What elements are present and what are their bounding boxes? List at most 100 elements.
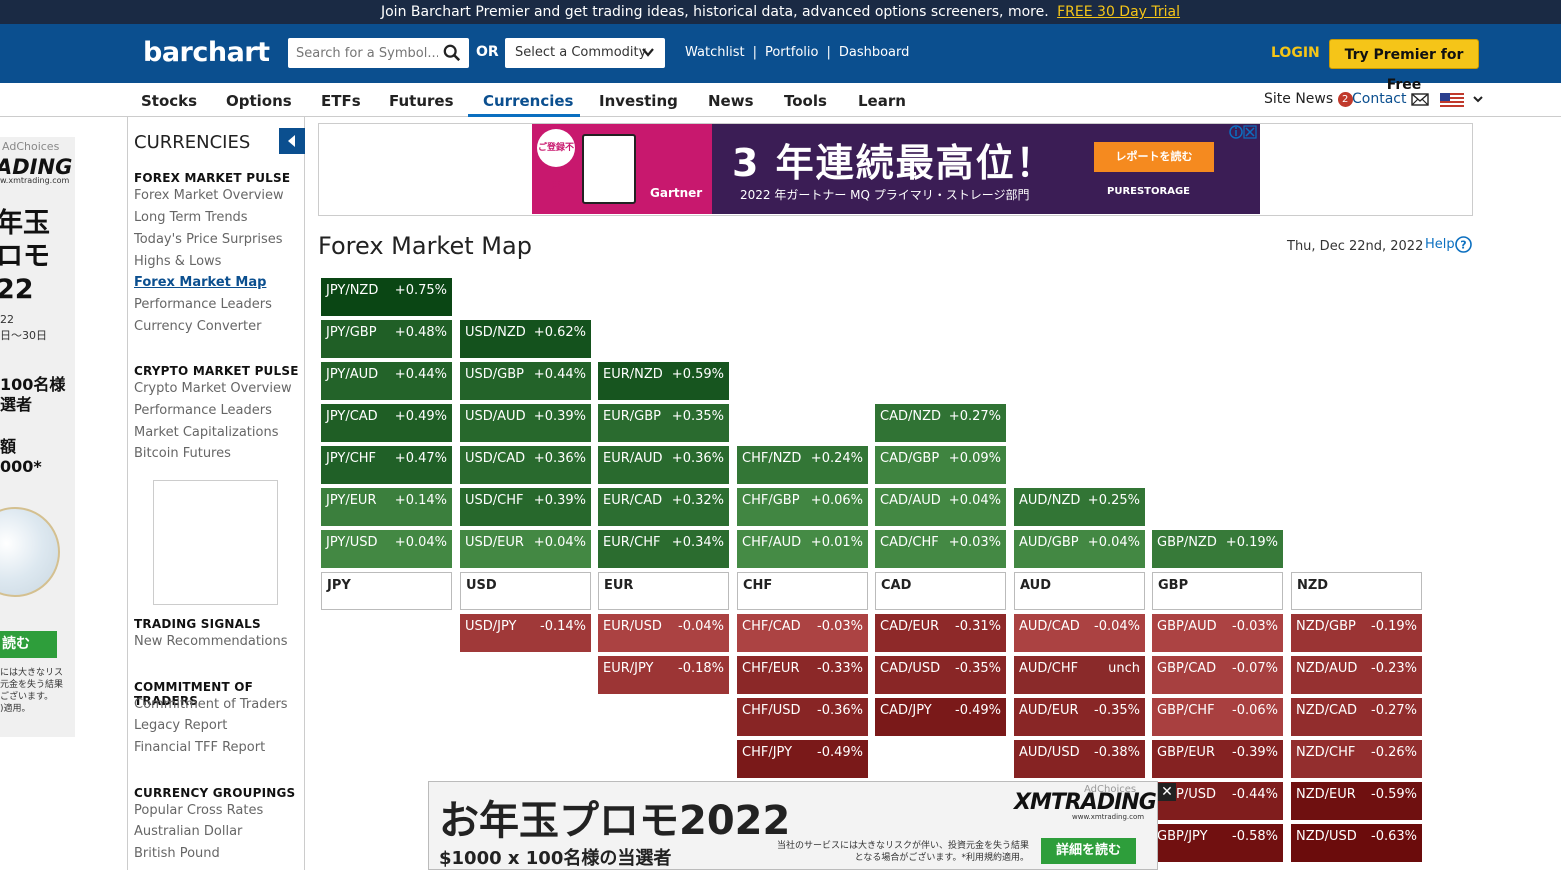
commodity-select[interactable]: Select a Commodity — [505, 38, 665, 68]
currency-pair-cell[interactable]: CHF/USD -0.36% — [737, 698, 868, 736]
bottom-sticky-ad[interactable]: お年玉プロモ2022 $1000 x 100名様の当選者 AdChoices X… — [428, 781, 1158, 870]
currency-pair-cell[interactable]: NZD/CHF -0.26% — [1291, 740, 1422, 778]
currency-pair-cell[interactable]: NZD/AUD -0.23% — [1291, 656, 1422, 694]
sidebar-link-crypto-overview[interactable]: Crypto Market Overview — [134, 381, 292, 396]
currency-pair-cell[interactable]: CAD/GBP +0.09% — [875, 446, 1006, 484]
sidebar-link-australian-dollar[interactable]: Australian Dollar — [134, 824, 242, 839]
currency-pair-cell[interactable]: USD/CAD +0.36% — [460, 446, 591, 484]
base-currency-cell[interactable]: AUD — [1014, 572, 1145, 610]
adchoices-icon[interactable] — [1229, 125, 1257, 139]
nav-etfs[interactable]: ETFs — [321, 92, 361, 110]
sidebar-link-financial-tff-report[interactable]: Financial TFF Report — [134, 740, 265, 755]
currency-pair-cell[interactable]: CHF/CAD -0.03% — [737, 614, 868, 652]
currency-pair-cell[interactable]: GBP/AUD -0.03% — [1152, 614, 1283, 652]
currency-pair-cell[interactable]: AUD/CHF unch — [1014, 656, 1145, 694]
left-advertisement[interactable]: AdChoices ADING w.xmtrading.com 年玉 ロモ 22… — [0, 137, 75, 737]
sidebar-link-crypto-performance-leaders[interactable]: Performance Leaders — [134, 403, 272, 418]
currency-pair-cell[interactable]: AUD/USD -0.38% — [1014, 740, 1145, 778]
base-currency-cell[interactable]: CAD — [875, 572, 1006, 610]
currency-pair-cell[interactable]: JPY/USD +0.04% — [321, 530, 452, 568]
currency-pair-cell[interactable]: AUD/EUR -0.35% — [1014, 698, 1145, 736]
sidebar-link-legacy-report[interactable]: Legacy Report — [134, 718, 227, 733]
currency-pair-cell[interactable]: CAD/JPY -0.49% — [875, 698, 1006, 736]
base-currency-cell[interactable]: EUR — [598, 572, 729, 610]
sidebar-link-currency-converter[interactable]: Currency Converter — [134, 319, 261, 334]
chevron-down-icon[interactable] — [1472, 93, 1484, 105]
nav-investing[interactable]: Investing — [599, 92, 678, 110]
currency-pair-cell[interactable]: CHF/AUD +0.01% — [737, 530, 868, 568]
currency-pair-cell[interactable]: JPY/CHF +0.47% — [321, 446, 452, 484]
currency-pair-cell[interactable]: JPY/AUD +0.44% — [321, 362, 452, 400]
sidebar-link-forex-market-map[interactable]: Forex Market Map — [134, 275, 266, 290]
currency-pair-cell[interactable]: JPY/EUR +0.14% — [321, 488, 452, 526]
currency-pair-cell[interactable]: NZD/USD -0.63% — [1291, 824, 1422, 862]
sidebar-link-commitment-of-traders[interactable]: Commitment of Traders — [134, 697, 288, 712]
free-trial-link[interactable]: FREE 30 Day Trial — [1057, 4, 1180, 20]
search-input[interactable] — [288, 38, 438, 68]
nav-futures[interactable]: Futures — [389, 92, 454, 110]
sidebar-link-performance-leaders[interactable]: Performance Leaders — [134, 297, 272, 312]
sidebar-collapse-button[interactable] — [279, 128, 305, 154]
currency-pair-cell[interactable]: EUR/CHF +0.34% — [598, 530, 729, 568]
currency-pair-cell[interactable]: JPY/CAD +0.49% — [321, 404, 452, 442]
sidebar-link-highs-lows[interactable]: Highs & Lows — [134, 254, 221, 269]
portfolio-link[interactable]: Portfolio — [765, 45, 818, 60]
ad-read-report-button[interactable]: レポートを読む — [1094, 142, 1214, 172]
currency-pair-cell[interactable]: AUD/CAD -0.04% — [1014, 614, 1145, 652]
banner-ad-creative[interactable]: ご登録不要 Gartner 3 年連続最高位！ 2022 年ガートナー MQ プ… — [532, 124, 1260, 214]
currency-pair-cell[interactable]: USD/AUD +0.39% — [460, 404, 591, 442]
barchart-logo[interactable]: barchart — [143, 37, 270, 68]
ad-read-more-button[interactable]: 詳細を読む — [1041, 838, 1136, 864]
sidebar-link-market-capitalizations[interactable]: Market Capitalizations — [134, 425, 278, 440]
currency-pair-cell[interactable]: GBP/JPY -0.58% — [1152, 824, 1283, 862]
currency-pair-cell[interactable]: EUR/JPY -0.18% — [598, 656, 729, 694]
currency-pair-cell[interactable]: JPY/GBP +0.48% — [321, 320, 452, 358]
currency-pair-cell[interactable]: CHF/EUR -0.33% — [737, 656, 868, 694]
sidebar-link-forex-market-overview[interactable]: Forex Market Overview — [134, 188, 284, 203]
help-circle-icon[interactable]: ? — [1455, 236, 1472, 253]
contact-link[interactable]: Contact — [1352, 91, 1429, 107]
nav-currencies[interactable]: Currencies — [483, 92, 573, 110]
base-currency-cell[interactable]: CHF — [737, 572, 868, 610]
base-currency-cell[interactable]: GBP — [1152, 572, 1283, 610]
symbol-search[interactable] — [288, 38, 469, 68]
currency-pair-cell[interactable]: GBP/NZD +0.19% — [1152, 530, 1283, 568]
currency-pair-cell[interactable]: GBP/CHF -0.06% — [1152, 698, 1283, 736]
dashboard-link[interactable]: Dashboard — [839, 45, 910, 60]
currency-pair-cell[interactable]: JPY/NZD +0.75% — [321, 278, 452, 316]
base-currency-cell[interactable]: USD — [460, 572, 591, 610]
currency-pair-cell[interactable]: USD/GBP +0.44% — [460, 362, 591, 400]
currency-pair-cell[interactable]: AUD/NZD +0.25% — [1014, 488, 1145, 526]
nav-stocks[interactable]: Stocks — [141, 92, 197, 110]
sidebar-link-bitcoin-futures[interactable]: Bitcoin Futures — [134, 446, 231, 461]
currency-pair-cell[interactable]: EUR/CAD +0.32% — [598, 488, 729, 526]
sidebar-link-popular-cross-rates[interactable]: Popular Cross Rates — [134, 803, 263, 818]
currency-pair-cell[interactable]: USD/JPY -0.14% — [460, 614, 591, 652]
currency-pair-cell[interactable]: GBP/EUR -0.39% — [1152, 740, 1283, 778]
currency-pair-cell[interactable]: USD/EUR +0.04% — [460, 530, 591, 568]
login-link[interactable]: LOGIN — [1271, 45, 1320, 61]
currency-pair-cell[interactable]: CHF/JPY -0.49% — [737, 740, 868, 778]
currency-pair-cell[interactable]: CAD/NZD +0.27% — [875, 404, 1006, 442]
base-currency-cell[interactable]: JPY — [321, 572, 452, 610]
currency-pair-cell[interactable]: USD/NZD +0.62% — [460, 320, 591, 358]
currency-pair-cell[interactable]: USD/CHF +0.39% — [460, 488, 591, 526]
sidebar-link-price-surprises[interactable]: Today's Price Surprises — [134, 232, 283, 247]
base-currency-cell[interactable]: NZD — [1291, 572, 1422, 610]
adchoices-label[interactable]: AdChoices — [2, 140, 59, 153]
sidebar-link-long-term-trends[interactable]: Long Term Trends — [134, 210, 248, 225]
help-link[interactable]: Help — [1425, 237, 1455, 252]
watchlist-link[interactable]: Watchlist — [685, 45, 745, 60]
currency-pair-cell[interactable]: NZD/GBP -0.19% — [1291, 614, 1422, 652]
currency-pair-cell[interactable]: CAD/AUD +0.04% — [875, 488, 1006, 526]
site-news-link[interactable]: Site News 2 — [1264, 91, 1353, 107]
nav-options[interactable]: Options — [226, 92, 292, 110]
currency-pair-cell[interactable]: EUR/USD -0.04% — [598, 614, 729, 652]
ad-read-button[interactable]: 読む — [0, 631, 57, 658]
sidebar-link-british-pound[interactable]: British Pound — [134, 846, 220, 861]
currency-pair-cell[interactable]: CAD/USD -0.35% — [875, 656, 1006, 694]
currency-pair-cell[interactable]: CHF/GBP +0.06% — [737, 488, 868, 526]
nav-news[interactable]: News — [708, 92, 754, 110]
currency-pair-cell[interactable]: AUD/GBP +0.04% — [1014, 530, 1145, 568]
currency-pair-cell[interactable]: EUR/GBP +0.35% — [598, 404, 729, 442]
